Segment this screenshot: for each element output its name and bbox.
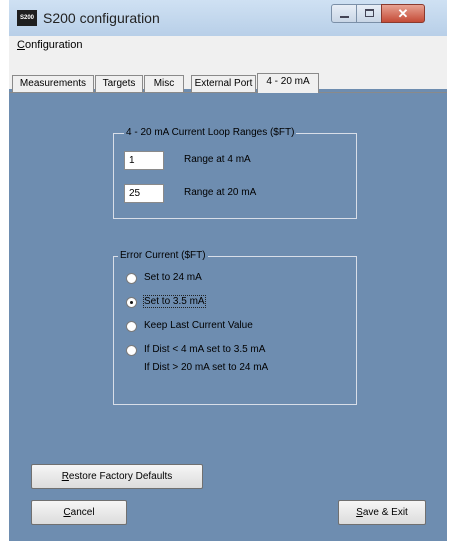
restore-mnemonic: R <box>61 471 69 482</box>
menu-bar: Configuration <box>9 36 447 56</box>
minimize-button[interactable] <box>331 4 357 23</box>
cancel-button[interactable]: Cancel <box>31 500 127 525</box>
menu-configuration-rest: onfiguration <box>24 39 83 51</box>
close-icon: ✕ <box>397 6 409 21</box>
title-bar[interactable]: S200 S200 configuration ✕ <box>9 0 447 36</box>
tab-4-20-ma[interactable]: 4 - 20 mA <box>257 73 319 93</box>
ranges-group: 4 - 20 mA Current Loop Ranges ($FT) 1 Ra… <box>113 127 357 219</box>
range-4ma-input[interactable]: 1 <box>124 151 164 170</box>
tab-misc[interactable]: Misc <box>144 75 184 92</box>
ranges-group-legend: 4 - 20 mA Current Loop Ranges ($FT) <box>124 127 297 138</box>
radio-dist-based-label[interactable]: If Dist < 4 mA set to 3.5 mA <box>144 344 265 355</box>
radio-dist-based[interactable] <box>126 345 137 356</box>
radio-set-24ma-label[interactable]: Set to 24 mA <box>144 272 202 283</box>
menu-configuration[interactable]: Configuration <box>17 39 82 51</box>
restore-defaults-button[interactable]: Restore Factory Defaults <box>31 464 203 489</box>
app-icon: S200 <box>17 10 37 26</box>
radio-keep-last-label[interactable]: Keep Last Current Value <box>144 320 253 331</box>
radio-keep-last[interactable] <box>126 321 137 332</box>
minimize-icon <box>340 16 349 18</box>
window-title: S200 configuration <box>43 10 160 26</box>
config-window: S200 S200 configuration ✕ Configuration … <box>9 0 447 541</box>
tab-measurements[interactable]: Measurements <box>12 75 94 92</box>
maximize-button[interactable] <box>356 4 382 23</box>
maximize-icon <box>365 9 374 17</box>
cancel-label-rest: ancel <box>70 507 95 518</box>
tab-external-port[interactable]: External Port <box>191 75 256 92</box>
radio-set-24ma[interactable] <box>126 273 137 284</box>
save-exit-button[interactable]: Save & Exit <box>338 500 426 525</box>
range-20ma-input[interactable]: 25 <box>124 184 164 203</box>
radio-set-3-5ma[interactable] <box>126 297 137 308</box>
cancel-mnemonic: C <box>63 507 71 518</box>
error-current-group: Error Current ($FT) Set to 24 mA Set to … <box>113 250 357 405</box>
restore-label-rest: estore Factory Defaults <box>68 471 173 482</box>
close-button[interactable]: ✕ <box>381 4 425 23</box>
radio-set-3-5ma-label[interactable]: Set to 3.5 mA <box>143 295 206 308</box>
radio-dist-based-label-line2: If Dist > 20 mA set to 24 mA <box>144 362 269 373</box>
menu-configuration-mnemonic: C <box>17 39 25 51</box>
save-mnemonic: S <box>356 507 363 518</box>
error-current-legend: Error Current ($FT) <box>118 250 208 261</box>
range-4ma-label: Range at 4 mA <box>184 154 251 165</box>
range-20ma-label: Range at 20 mA <box>184 187 257 198</box>
tab-panel: 4 - 20 mA Current Loop Ranges ($FT) 1 Ra… <box>9 92 447 541</box>
tab-targets[interactable]: Targets <box>95 75 143 92</box>
save-label-rest: ave & Exit <box>362 507 408 518</box>
